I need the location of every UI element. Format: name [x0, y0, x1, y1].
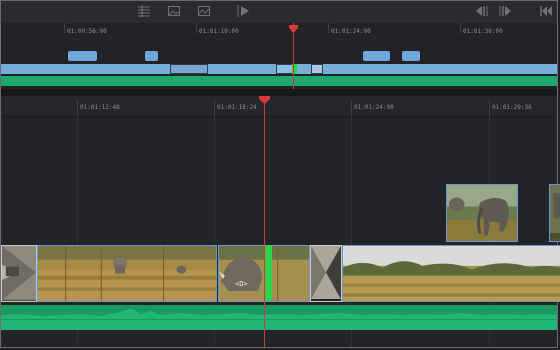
ruler-tick — [214, 100, 215, 116]
audio-track-a1[interactable] — [1, 305, 557, 330]
timeline-list-icon[interactable] — [136, 4, 152, 19]
ruler-tick — [77, 100, 78, 116]
play-edit-icon[interactable] — [235, 4, 251, 19]
video-clip-savanna[interactable] — [342, 245, 560, 302]
mini-clip[interactable] — [363, 51, 390, 61]
savanna-thumbnail — [343, 246, 560, 301]
video-clip-rhino-grass[interactable] — [37, 245, 217, 302]
mini-clip-segment[interactable] — [311, 64, 323, 74]
mini-timecode-2: 01:01:10:00 — [199, 28, 239, 35]
transition-clip[interactable] — [1, 245, 37, 302]
image-icon[interactable] — [166, 4, 182, 19]
mini-clip-segment[interactable] — [170, 64, 208, 74]
ruler-tick — [460, 23, 461, 33]
edit-marker-label: <D> — [235, 280, 248, 288]
transition-dissolve[interactable] — [310, 245, 342, 302]
ruler-tick — [489, 100, 490, 116]
elephant-thumbnail — [550, 185, 560, 234]
mini-timecode-4: 01:01:38:00 — [463, 28, 503, 35]
transition-thumbnail — [2, 246, 36, 300]
ruler-tick — [64, 23, 65, 33]
mini-timeline-ruler[interactable]: 01:00:56:00 01:01:10:00 01:01:24:00 01:0… — [1, 23, 557, 41]
ruler-tick — [328, 23, 329, 33]
main-timecode-1: 01:01:12:48 — [80, 104, 120, 111]
elephant-thumbnail — [447, 185, 517, 241]
timeline-divider[interactable] — [1, 89, 557, 96]
thumbnail-icon[interactable] — [196, 4, 212, 19]
ruler-tick — [196, 23, 197, 33]
mini-clip[interactable] — [68, 51, 97, 61]
mini-timecode-3: 01:01:24:00 — [331, 28, 371, 35]
mini-clip[interactable] — [402, 51, 420, 61]
edit-point-selection[interactable] — [265, 245, 272, 301]
main-timecode-2: 01:01:18:24 — [217, 104, 257, 111]
main-playhead-marker-icon[interactable] — [259, 96, 270, 104]
mini-timeline[interactable]: 01:00:56:00 01:01:10:00 01:01:24:00 01:0… — [1, 23, 557, 89]
mini-video-track[interactable] — [1, 64, 557, 74]
ruler-tick — [351, 100, 352, 116]
mini-playhead-marker-icon[interactable] — [289, 25, 298, 33]
video-clip-elephant[interactable] — [446, 184, 518, 242]
rhino-thumbnail — [38, 246, 216, 301]
main-timecode-3: 01:01:24:00 — [354, 104, 394, 111]
mini-timecode-1: 01:00:56:00 — [67, 28, 107, 35]
main-timecode-4: 01:01:29:36 — [492, 104, 532, 111]
prev-edit-icon[interactable] — [474, 4, 490, 19]
main-timeline[interactable]: 01:01:12:48 01:01:18:24 01:01:24:00 01:0… — [1, 96, 560, 347]
mini-clip[interactable] — [145, 51, 158, 61]
mini-audio-track[interactable] — [1, 76, 557, 86]
transition-thumbnail — [311, 246, 341, 300]
main-timeline-ruler[interactable]: 01:01:12:48 01:01:18:24 01:01:24:00 01:0… — [1, 96, 557, 117]
go-to-start-icon[interactable] — [538, 4, 554, 19]
audio-waveform — [1, 308, 557, 330]
timeline-toolbar — [1, 1, 557, 24]
next-edit-icon[interactable] — [497, 4, 513, 19]
video-clip-elephant-2[interactable] — [549, 184, 560, 242]
main-playhead[interactable] — [264, 96, 265, 347]
